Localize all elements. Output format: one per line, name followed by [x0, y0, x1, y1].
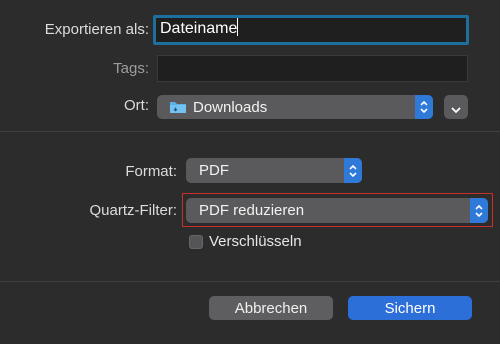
location-popup[interactable]: Downloads [157, 95, 433, 119]
encrypt-label: Verschlüsseln [209, 233, 302, 250]
separator-bottom [0, 281, 500, 282]
location-value: Downloads [193, 98, 268, 116]
tags-field[interactable] [157, 55, 468, 82]
separator-top [0, 131, 500, 132]
quartz-filter-label: Quartz-Filter: [89, 202, 177, 219]
chevron-down-icon [450, 102, 462, 120]
encrypt-checkbox[interactable] [189, 235, 203, 249]
expand-button[interactable] [444, 95, 468, 119]
location-label: Ort: [124, 97, 149, 114]
export-as-label: Exportieren als: [44, 21, 149, 38]
chevron-up-down-icon [344, 158, 362, 183]
format-label: Format: [125, 163, 177, 180]
chevron-up-down-icon [415, 95, 433, 119]
cancel-button[interactable]: Abbrechen [209, 296, 333, 320]
quartz-filter-value: PDF reduzieren [199, 202, 305, 219]
tags-label: Tags: [113, 60, 149, 77]
chevron-up-down-icon [470, 198, 488, 223]
save-button[interactable]: Sichern [348, 296, 472, 320]
quartz-filter-popup[interactable]: PDF reduzieren [186, 198, 488, 223]
folder-icon [169, 100, 187, 118]
filename-value: Dateiname [160, 20, 238, 37]
format-value: PDF [199, 162, 229, 179]
format-popup[interactable]: PDF [186, 158, 362, 183]
filename-field[interactable]: Dateiname [153, 15, 469, 45]
text-caret [237, 18, 239, 36]
